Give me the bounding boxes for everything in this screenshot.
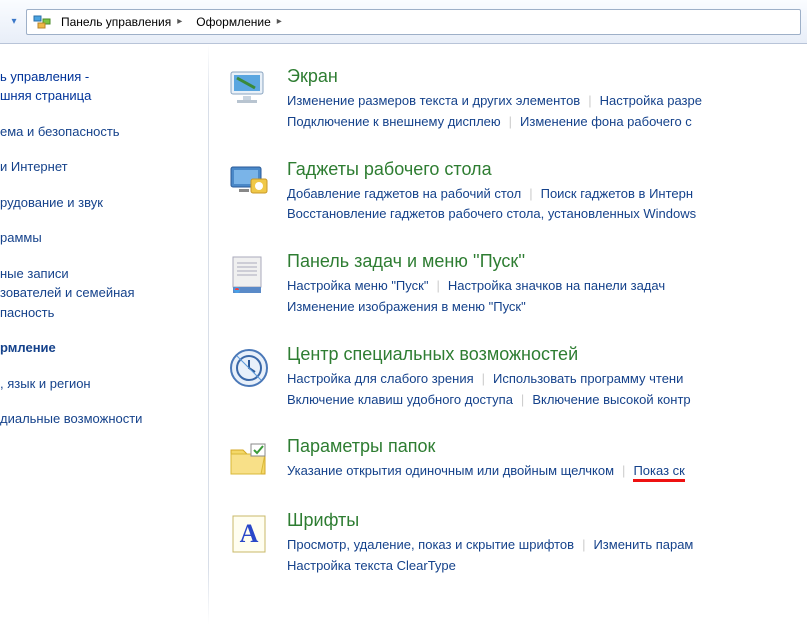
taskbar-icon	[225, 251, 273, 299]
folder-icon	[225, 436, 273, 484]
section-gadgets: Гаджеты рабочего стола Добавление гаджет…	[225, 159, 807, 226]
control-panel-icon	[33, 13, 51, 31]
task-link[interactable]: Настройка разре	[600, 93, 702, 108]
sidebar-item-network[interactable]: и Интернет	[0, 157, 198, 177]
sidebar-item-hardware[interactable]: рудование и звук	[0, 193, 198, 213]
task-link[interactable]: Настройка для слабого зрения	[287, 371, 474, 386]
section-title[interactable]: Панель задач и меню ''Пуск''	[287, 251, 807, 272]
task-link[interactable]: Включение высокой контр	[532, 392, 690, 407]
sidebar: ь управления - шняя страница ема и безоп…	[0, 44, 208, 625]
sidebar-item-security[interactable]: ема и безопасность	[0, 122, 198, 142]
task-link[interactable]: Восстановление гаджетов рабочего стола, …	[287, 206, 696, 221]
task-link[interactable]: Использовать программу чтени	[493, 371, 683, 386]
task-link[interactable]: Настройка значков на панели задач	[448, 278, 665, 293]
sidebar-item-programs[interactable]: раммы	[0, 228, 198, 248]
sidebar-item-accessibility[interactable]: диальные возможности	[0, 409, 198, 429]
section-title[interactable]: Центр специальных возможностей	[287, 344, 807, 365]
breadcrumb[interactable]: Панель управления▸ Оформление▸	[26, 9, 801, 35]
task-link[interactable]: Изменение размеров текста и других элеме…	[287, 93, 580, 108]
sidebar-item-accounts[interactable]: ные записи зователей и семейная пасность	[0, 264, 198, 323]
section-title[interactable]: Параметры папок	[287, 436, 807, 457]
task-link[interactable]: Изменение изображения в меню "Пуск"	[287, 299, 526, 314]
section-display: Экран Изменение размеров текста и других…	[225, 66, 807, 133]
display-icon	[225, 66, 273, 114]
sidebar-item-appearance[interactable]: рмление	[0, 338, 198, 358]
section-title[interactable]: Экран	[287, 66, 807, 87]
breadcrumb-current[interactable]: Оформление▸	[192, 15, 292, 29]
accessibility-icon	[225, 344, 273, 392]
chevron-right-icon: ▸	[177, 16, 182, 27]
sidebar-home-link[interactable]: ь управления - шняя страница	[0, 68, 198, 106]
gadgets-icon	[225, 159, 273, 207]
nav-dropdown-icon[interactable]: ▾	[6, 16, 22, 27]
task-link[interactable]: Поиск гаджетов в Интерн	[541, 186, 693, 201]
fonts-icon: A	[225, 510, 273, 558]
task-link[interactable]: Просмотр, удаление, показ и скрытие шриф…	[287, 537, 574, 552]
svg-text:A: A	[240, 519, 259, 548]
breadcrumb-root[interactable]: Панель управления▸	[57, 15, 192, 29]
sidebar-item-region[interactable]: , язык и регион	[0, 374, 198, 394]
task-link[interactable]: Изменить парам	[593, 537, 693, 552]
task-link[interactable]: Настройка текста ClearType	[287, 558, 456, 573]
task-link[interactable]: Добавление гаджетов на рабочий стол	[287, 186, 521, 201]
task-link[interactable]: Включение клавиш удобного доступа	[287, 392, 513, 407]
task-link[interactable]: Настройка меню "Пуск"	[287, 278, 428, 293]
section-accessibility: Центр специальных возможностей Настройка…	[225, 344, 807, 411]
section-title[interactable]: Шрифты	[287, 510, 807, 531]
task-link[interactable]: Указание открытия одиночным или двойным …	[287, 463, 614, 478]
section-taskbar: Панель задач и меню ''Пуск'' Настройка м…	[225, 251, 807, 318]
task-link-highlighted[interactable]: Показ ск	[633, 463, 684, 482]
task-link[interactable]: Подключение к внешнему дисплею	[287, 114, 501, 129]
task-link[interactable]: Изменение фона рабочего с	[520, 114, 692, 129]
section-title[interactable]: Гаджеты рабочего стола	[287, 159, 807, 180]
section-folder-options: Параметры папок Указание открытия одиноч…	[225, 436, 807, 484]
section-fonts: A Шрифты Просмотр, удаление, показ и скр…	[225, 510, 807, 577]
chevron-right-icon: ▸	[277, 16, 282, 27]
main-content: Экран Изменение размеров текста и других…	[209, 44, 807, 625]
address-bar: ▾ Панель управления▸ Оформление▸	[0, 0, 807, 44]
